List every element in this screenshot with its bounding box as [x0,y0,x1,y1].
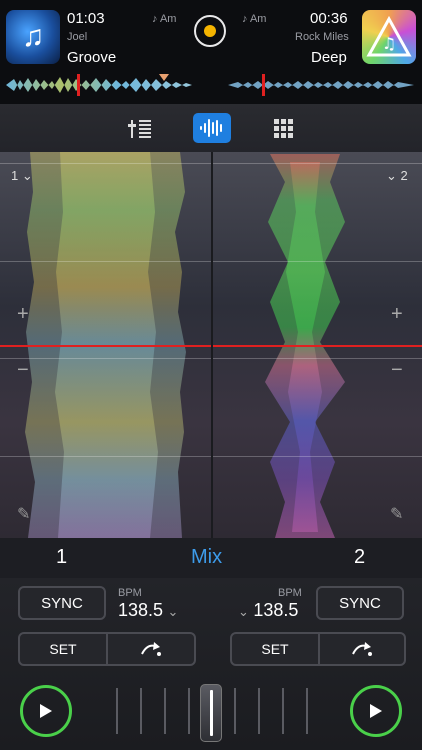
zoom-out-right-button[interactable]: − [391,359,403,382]
eq-sliders-icon [128,120,151,138]
deck-right-label[interactable]: 2 [354,546,365,569]
deck-left-minimap[interactable] [6,74,192,96]
crossfader-handle[interactable] [200,684,222,742]
set-left-button[interactable]: SET [18,632,108,666]
play-icon [370,704,382,718]
deck-left-number: 1 [11,168,19,183]
bpm-left-label: BPM [118,587,142,599]
grid-pads-icon [274,119,293,138]
bpm-right-selector[interactable]: ⌄ 138.5 [238,600,298,621]
deck-right-key: ♪ Am [242,13,267,25]
deck-right-artwork[interactable]: ♫ [362,10,416,64]
bpm-left-selector[interactable]: 138.5 ⌄ [118,600,178,621]
deck-divider [211,152,213,538]
waveform-icon [200,119,222,137]
loop-right-button[interactable] [318,632,406,666]
waveform-deck-left-selector[interactable]: 1 ⌄ [11,168,33,184]
triangle-music-icon: ♫ [366,15,412,57]
waveform-view-button[interactable] [193,113,231,143]
jump-arrow-icon [352,642,372,656]
deck-left-time: 01:03 [67,10,105,27]
deck-right-artist: Rock Miles [295,31,349,43]
pads-view-button[interactable] [264,113,302,143]
play-left-button[interactable] [20,685,72,737]
edit-left-pencil-icon[interactable]: ✎ [17,504,30,524]
chevron-down-icon: ⌄ [167,604,179,619]
bpm-left-value: 138.5 [118,600,164,620]
svg-text:♫: ♫ [382,34,396,53]
deck-right-time: 00:36 [310,10,348,27]
deck-right-title: Deep [311,49,347,66]
bpm-right-value: 138.5 [253,600,299,620]
play-right-button[interactable] [350,685,402,737]
sync-right-button[interactable]: SYNC [316,586,404,620]
jump-arrow-icon [141,642,161,656]
zoom-in-left-button[interactable]: + [17,303,29,326]
music-note-icon: ♫ [21,20,45,53]
zoom-in-right-button[interactable]: + [391,303,403,326]
deck-left-key: ♪ Am [152,13,177,25]
deck-left-artwork[interactable]: ♫ [6,10,60,64]
loop-left-button[interactable] [106,632,196,666]
deck-right-number: 2 [400,168,408,183]
set-right-button[interactable]: SET [230,632,320,666]
sync-left-button[interactable]: SYNC [18,586,106,620]
deck-right-minimap[interactable] [228,74,414,96]
chevron-down-icon: ⌄ [238,604,249,619]
mix-label[interactable]: Mix [191,546,222,569]
chevron-down-icon: ⌄ [386,168,397,183]
waveform-deck-right-selector[interactable]: ⌄ 2 [386,168,408,184]
chevron-down-icon: ⌄ [21,168,33,183]
deck-left-title: Groove [67,49,117,66]
center-record-button[interactable] [194,15,226,47]
zoom-out-left-button[interactable]: − [17,359,29,382]
deck-left-artist: Joel [67,31,88,43]
edit-right-pencil-icon[interactable]: ✎ [390,504,403,524]
deck-left-label[interactable]: 1 [56,546,67,569]
bpm-right-label: BPM [278,587,302,599]
play-icon [40,704,52,718]
eq-view-button[interactable] [121,113,159,143]
record-dot-icon [204,25,216,37]
